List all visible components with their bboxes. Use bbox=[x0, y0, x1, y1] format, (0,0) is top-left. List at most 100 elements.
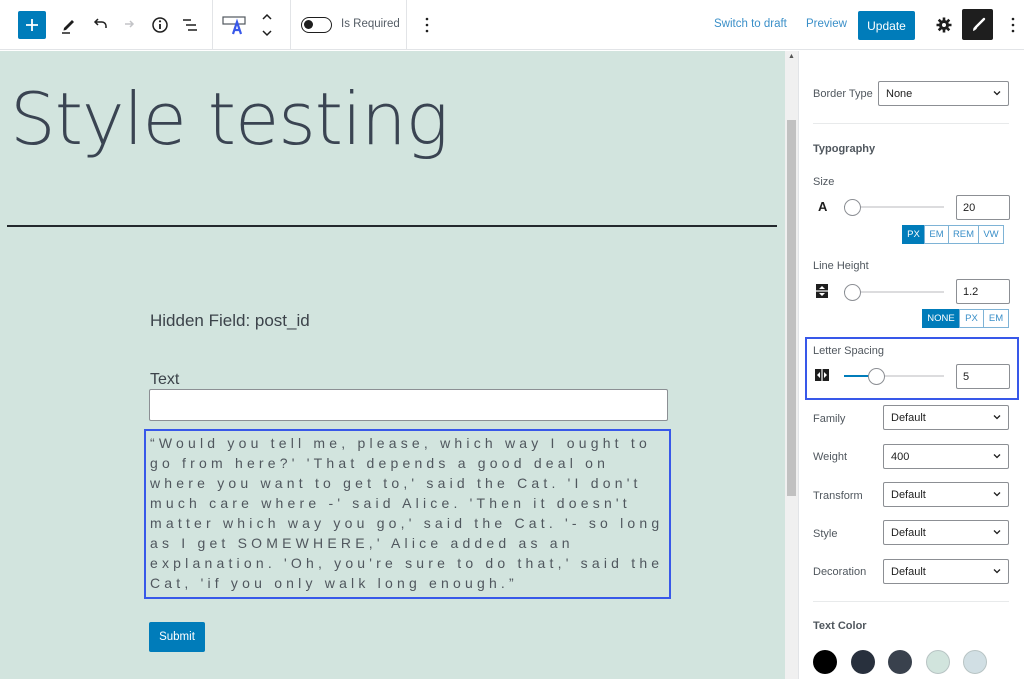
list-view-icon bbox=[183, 19, 197, 31]
line-height-input[interactable]: 1.2 bbox=[956, 279, 1010, 304]
color-swatch[interactable] bbox=[925, 650, 950, 674]
size-label: Size bbox=[813, 176, 835, 188]
font-style-value: Default bbox=[891, 527, 926, 539]
style-label: Style bbox=[813, 528, 838, 540]
list-view-button[interactable] bbox=[179, 14, 201, 36]
preview-button[interactable]: Preview bbox=[806, 18, 847, 30]
line-height-slider[interactable] bbox=[844, 282, 944, 302]
font-weight-value: 400 bbox=[891, 451, 910, 463]
text-field-label: Text bbox=[150, 371, 180, 388]
letter-spacing-input[interactable]: 5 bbox=[956, 364, 1010, 389]
scrollbar-thumb[interactable] bbox=[787, 120, 796, 496]
color-swatch[interactable] bbox=[813, 650, 837, 674]
scroll-up-arrow-icon[interactable]: ▲ bbox=[788, 53, 795, 60]
font-size-slider[interactable] bbox=[844, 197, 944, 217]
undo-icon bbox=[93, 18, 107, 28]
is-required-toggle[interactable] bbox=[301, 17, 332, 33]
section-divider bbox=[813, 123, 1009, 124]
font-size-input[interactable]: 20 bbox=[956, 195, 1010, 220]
editor-top-toolbar: Is Required Switch to draft Preview Upda… bbox=[0, 0, 1024, 50]
decoration-label: Decoration bbox=[813, 566, 867, 578]
update-button[interactable]: Update bbox=[858, 11, 915, 40]
text-transform-select[interactable]: Default bbox=[883, 482, 1009, 507]
text-field-input[interactable] bbox=[149, 389, 668, 421]
chevron-down-icon bbox=[993, 415, 1001, 420]
info-icon bbox=[152, 17, 168, 33]
unit-px-button[interactable]: PX bbox=[902, 225, 925, 244]
line-height-unit-group: NONE PX EM bbox=[922, 309, 1009, 328]
separator-block bbox=[7, 225, 777, 227]
text-decoration-value: Default bbox=[891, 566, 926, 578]
text-transform-value: Default bbox=[891, 489, 926, 501]
brush-icon bbox=[972, 17, 985, 31]
line-height-icon bbox=[815, 284, 829, 298]
block-settings-sidebar: Border Type None Typography Size A 20 PX… bbox=[798, 51, 1024, 679]
chevron-down-icon bbox=[993, 530, 1001, 535]
kebab-menu-icon bbox=[425, 17, 429, 33]
text-decoration-select[interactable]: Default bbox=[883, 559, 1009, 584]
unit-rem-button[interactable]: REM bbox=[948, 225, 979, 244]
editor-canvas: Style testing Hidden Field: post_id Text… bbox=[0, 51, 785, 679]
color-swatch[interactable] bbox=[888, 650, 912, 674]
move-block-button[interactable] bbox=[258, 10, 276, 40]
line-height-label: Line Height bbox=[813, 260, 869, 272]
block-type-button[interactable] bbox=[221, 12, 249, 38]
is-required-label: Is Required bbox=[341, 18, 400, 30]
unit-vw-button[interactable]: VW bbox=[978, 225, 1004, 244]
section-divider bbox=[813, 601, 1009, 602]
slider-thumb[interactable] bbox=[844, 199, 861, 216]
weight-label: Weight bbox=[813, 451, 848, 463]
slider-thumb[interactable] bbox=[844, 284, 861, 301]
post-title[interactable]: Style testing bbox=[10, 77, 449, 161]
font-size-icon: A bbox=[818, 199, 828, 214]
border-type-label: Border Type bbox=[813, 88, 873, 100]
typography-heading: Typography bbox=[813, 143, 876, 155]
more-menu-button[interactable] bbox=[1006, 14, 1020, 36]
unit-em-button[interactable]: EM bbox=[924, 225, 949, 244]
tools-button[interactable] bbox=[58, 14, 80, 36]
font-weight-select[interactable]: 400 bbox=[883, 444, 1009, 469]
chevron-down-icon bbox=[993, 492, 1001, 497]
pencil-icon bbox=[62, 20, 74, 34]
submit-button[interactable]: Submit bbox=[149, 622, 205, 652]
chevron-down-icon bbox=[993, 91, 1001, 96]
hidden-field-block[interactable]: Hidden Field: post_id bbox=[150, 311, 310, 331]
block-options-button[interactable] bbox=[418, 14, 436, 36]
slider-thumb[interactable] bbox=[868, 368, 885, 385]
font-style-select[interactable]: Default bbox=[883, 520, 1009, 545]
redo-icon bbox=[125, 20, 135, 28]
toolbar-divider bbox=[406, 0, 407, 50]
border-type-select[interactable]: None bbox=[878, 81, 1009, 106]
redo-button[interactable] bbox=[118, 14, 140, 36]
unit-px-button[interactable]: PX bbox=[959, 309, 984, 328]
chevron-down-icon bbox=[993, 454, 1001, 459]
undo-button[interactable] bbox=[88, 14, 110, 36]
text-color-heading: Text Color bbox=[813, 620, 867, 632]
transform-label: Transform bbox=[813, 490, 863, 502]
add-block-button[interactable] bbox=[18, 11, 46, 39]
border-type-value: None bbox=[886, 88, 913, 100]
kebab-menu-icon bbox=[1011, 17, 1015, 33]
paragraph-text[interactable]: “Would you tell me, please, which way I … bbox=[150, 433, 665, 593]
styles-button[interactable] bbox=[962, 9, 993, 40]
letter-spacing-slider[interactable] bbox=[844, 366, 944, 386]
plus-icon bbox=[26, 19, 38, 31]
letter-spacing-label: Letter Spacing bbox=[813, 345, 884, 357]
settings-button[interactable] bbox=[933, 14, 955, 36]
toggle-knob bbox=[304, 20, 313, 29]
switch-to-draft-button[interactable]: Switch to draft bbox=[714, 18, 787, 30]
letter-spacing-icon bbox=[815, 368, 829, 382]
canvas-scrollbar[interactable]: ▲ bbox=[785, 51, 798, 679]
font-size-unit-group: PX EM REM VW bbox=[902, 225, 1004, 244]
chevron-down-icon bbox=[993, 569, 1001, 574]
font-family-value: Default bbox=[891, 412, 926, 424]
unit-em-button[interactable]: EM bbox=[983, 309, 1009, 328]
font-family-select[interactable]: Default bbox=[883, 405, 1009, 430]
color-swatch[interactable] bbox=[850, 650, 875, 674]
color-swatch[interactable] bbox=[963, 650, 987, 674]
unit-none-button[interactable]: NONE bbox=[922, 309, 960, 328]
chevron-up-down-icon bbox=[262, 13, 272, 37]
selected-paragraph-block[interactable]: “Would you tell me, please, which way I … bbox=[144, 429, 671, 599]
toolbar-divider bbox=[212, 0, 213, 50]
details-button[interactable] bbox=[149, 14, 171, 36]
